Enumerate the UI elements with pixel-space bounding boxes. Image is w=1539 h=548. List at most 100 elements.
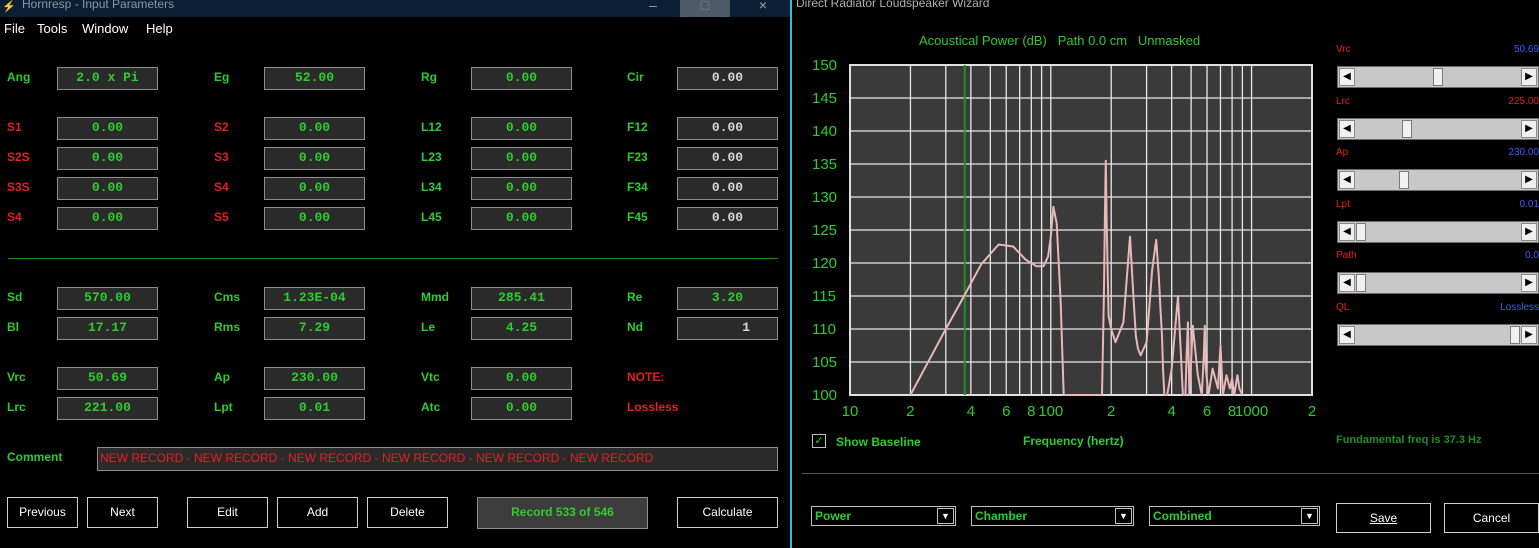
slider-lrc[interactable]: ◀ ▶	[1337, 117, 1539, 140]
s3-field[interactable]: 0.00	[264, 147, 365, 170]
next-button[interactable]: Next	[87, 497, 158, 528]
arrow-right-icon[interactable]: ▶	[1521, 325, 1537, 344]
l23-field[interactable]: 0.00	[471, 147, 572, 170]
f34-field[interactable]: 0.00	[677, 177, 778, 200]
ap-field[interactable]: 230.00	[264, 367, 365, 390]
f45-field[interactable]: 0.00	[677, 207, 778, 230]
arrow-left-icon[interactable]: ◀	[1339, 68, 1355, 86]
cancel-button[interactable]: Cancel	[1444, 503, 1539, 533]
minimize-button[interactable]: –	[628, 0, 678, 17]
cir-field[interactable]: 0.00	[677, 67, 778, 90]
previous-button[interactable]: Previous	[7, 497, 78, 528]
add-button[interactable]: Add	[277, 497, 358, 528]
slider-label-lrc: Lrc	[1336, 95, 1350, 107]
arrow-left-icon[interactable]: ◀	[1339, 171, 1355, 189]
slider-thumb[interactable]	[1356, 274, 1366, 292]
le-field[interactable]: 4.25	[471, 317, 572, 340]
menu-help[interactable]: Help	[146, 21, 173, 36]
slider-ap[interactable]: ◀ ▶	[1337, 169, 1539, 191]
menu-tools[interactable]: Tools	[37, 21, 67, 36]
vrc-field[interactable]: 50.69	[57, 367, 158, 390]
arrow-right-icon[interactable]: ▶	[1521, 119, 1537, 138]
slider-vrc[interactable]: ◀ ▶	[1337, 66, 1539, 88]
arrow-left-icon[interactable]: ◀	[1339, 325, 1355, 344]
l12-label: L12	[421, 120, 442, 134]
right-titlebar[interactable]: Direct Radiator Loudspeaker Wizard	[792, 0, 1539, 15]
bl-field[interactable]: 17.17	[57, 317, 158, 340]
comment-field[interactable]: NEW RECORD - NEW RECORD - NEW RECORD - N…	[97, 447, 778, 471]
sd-field[interactable]: 570.00	[57, 287, 158, 310]
calculate-button[interactable]: Calculate	[677, 497, 778, 528]
chevron-down-icon[interactable]: ▼	[937, 508, 954, 524]
slider-lpt[interactable]: ◀ ▶	[1337, 220, 1539, 243]
l34-field[interactable]: 0.00	[471, 177, 572, 200]
mmd-field[interactable]: 285.41	[471, 287, 572, 310]
delete-button[interactable]: Delete	[367, 497, 448, 528]
s2-field[interactable]: 0.00	[264, 117, 365, 140]
left-titlebar[interactable]: ⚡ Hornresp - Input Parameters – □ ×	[0, 0, 790, 17]
l12-field[interactable]: 0.00	[471, 117, 572, 140]
arrow-right-icon[interactable]: ▶	[1521, 68, 1537, 86]
vtc-field[interactable]: 0.00	[471, 367, 572, 390]
s5-field[interactable]: 0.00	[264, 207, 365, 230]
show-baseline-checkbox[interactable]: ✓	[812, 434, 826, 448]
save-button[interactable]: Save	[1336, 503, 1431, 533]
atc-field[interactable]: 0.00	[471, 397, 572, 420]
f23-field[interactable]: 0.00	[677, 147, 778, 170]
chevron-down-icon[interactable]: ▼	[1115, 508, 1132, 524]
maximize-button[interactable]: □	[680, 0, 730, 17]
lrc-field[interactable]: 221.00	[57, 397, 158, 420]
chevron-down-icon[interactable]: ▼	[1301, 508, 1318, 524]
show-baseline-label[interactable]: Show Baseline	[836, 435, 921, 449]
menu-file[interactable]: File	[4, 21, 25, 36]
y-tick-label: 125	[812, 222, 837, 239]
power-response-chart: 15014514013513012512011511010510010 2 4 6 8 1…	[812, 57, 1316, 420]
arrow-right-icon[interactable]: ▶	[1521, 274, 1537, 292]
x-tick-label: 8	[1027, 403, 1035, 420]
slider-thumb[interactable]	[1510, 325, 1520, 344]
s2s-field[interactable]: 0.00	[57, 147, 158, 170]
rg-field[interactable]: 0.00	[471, 67, 572, 90]
slider-value-ap: 230.00	[1508, 147, 1539, 158]
s1-field[interactable]: 0.00	[57, 117, 158, 140]
f12-field[interactable]: 0.00	[677, 117, 778, 140]
l45-field[interactable]: 0.00	[471, 207, 572, 230]
s4b-field[interactable]: 0.00	[57, 207, 158, 230]
slider-value-lpt: 0.01	[1519, 198, 1539, 210]
eg-field[interactable]: 52.00	[264, 67, 365, 90]
arrow-right-icon[interactable]: ▶	[1521, 222, 1537, 241]
slider-thumb[interactable]	[1402, 119, 1413, 138]
chamber-combo[interactable]: Chamber ▼	[971, 506, 1134, 526]
s4-label: S4	[214, 180, 229, 194]
x-tick-label: 2	[1308, 403, 1316, 420]
arrow-left-icon[interactable]: ◀	[1339, 119, 1355, 138]
power-combo[interactable]: Power ▼	[811, 506, 956, 526]
record-indicator: Record 533 of 546	[477, 497, 648, 529]
menu-window[interactable]: Window	[82, 21, 128, 36]
combined-combo[interactable]: Combined ▼	[1149, 506, 1320, 526]
slider-ql[interactable]: ◀ ▶	[1337, 323, 1539, 346]
s3s-field[interactable]: 0.00	[57, 177, 158, 200]
rg-label: Rg	[421, 70, 437, 84]
arrow-left-icon[interactable]: ◀	[1339, 222, 1355, 241]
rms-field[interactable]: 7.29	[264, 317, 365, 340]
slider-thumb[interactable]	[1399, 171, 1410, 189]
s2s-label: S2S	[7, 150, 30, 164]
slider-thumb[interactable]	[1356, 222, 1366, 241]
arrow-left-icon[interactable]: ◀	[1339, 274, 1355, 292]
re-field[interactable]: 3.20	[677, 287, 778, 310]
slider-value-ql: Lossless	[1500, 301, 1539, 313]
lpt-field[interactable]: 0.01	[264, 397, 365, 420]
ap-label: Ap	[214, 370, 230, 384]
edit-button[interactable]: Edit	[187, 497, 268, 528]
slider-label-ap: Ap	[1336, 147, 1349, 158]
close-button[interactable]: ×	[738, 0, 788, 17]
arrow-right-icon[interactable]: ▶	[1521, 171, 1537, 189]
nd-field[interactable]: 1	[677, 317, 778, 340]
ang-field[interactable]: 2.0 x Pi	[57, 67, 158, 90]
slider-thumb[interactable]	[1433, 68, 1443, 86]
cms-field[interactable]: 1.23E-04	[264, 287, 365, 310]
vrc-label: Vrc	[7, 370, 26, 384]
slider-path[interactable]: ◀ ▶	[1337, 272, 1539, 294]
s4-field[interactable]: 0.00	[264, 177, 365, 200]
